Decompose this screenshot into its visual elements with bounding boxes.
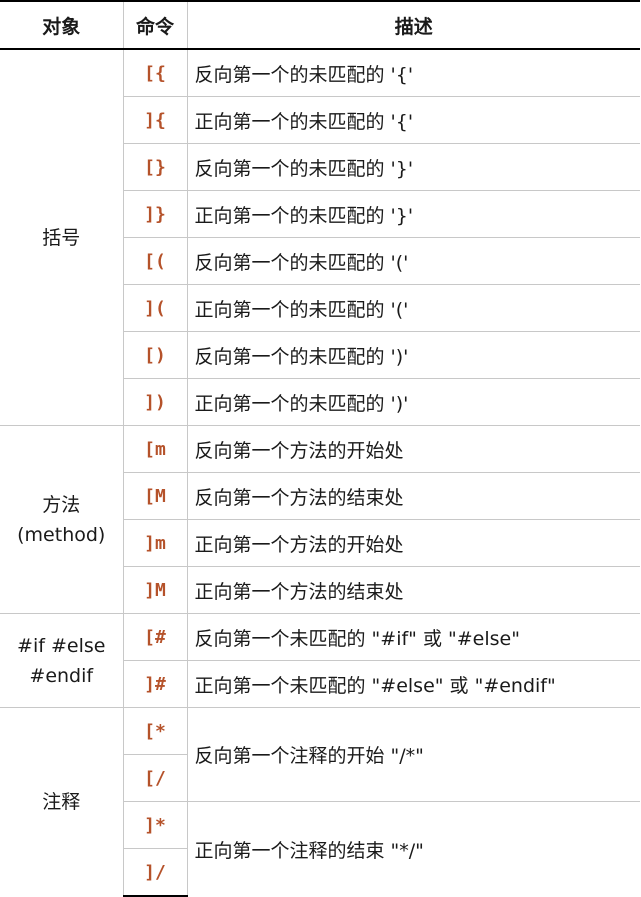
description-cell: 正向第一个方法的开始处 — [186, 519, 640, 567]
command-cell: [m — [122, 425, 187, 473]
command-cell: [( — [122, 237, 187, 285]
description-cell: 正向第一个方法的结束处 — [186, 566, 640, 614]
object-brackets: 括号 — [0, 48, 123, 426]
command-cell: [) — [122, 331, 187, 379]
command-cell: ]m — [122, 519, 187, 567]
table-row: 括号 [{ 反向第一个的未匹配的 '{' — [0, 48, 640, 426]
command-cell: ]/ — [122, 848, 187, 897]
command-cell: ]M — [122, 566, 187, 614]
header-description: 描述 — [186, 0, 640, 50]
description-cell: 反向第一个的未匹配的 '{' — [186, 48, 640, 97]
table-row: 方法 (method) [m 反向第一个方法的开始处 — [0, 425, 640, 614]
description-cell: 反向第一个的未匹配的 ')' — [186, 331, 640, 379]
command-cell: [M — [122, 472, 187, 520]
description-cell: 反向第一个注释的开始 "/*" — [186, 707, 640, 802]
command-cell: ]{ — [122, 96, 187, 144]
command-cell: [} — [122, 143, 187, 191]
description-cell: 反向第一个的未匹配的 '(' — [186, 237, 640, 285]
header-object: 对象 — [0, 0, 123, 50]
object-preprocessor-line2: #endif — [29, 664, 94, 687]
command-cell: [* — [122, 707, 187, 755]
description-cell: 正向第一个的未匹配的 ')' — [186, 378, 640, 426]
command-cell: [{ — [122, 48, 187, 97]
command-cell: ]) — [122, 378, 187, 426]
object-preprocessor: #if #else #endif — [0, 613, 123, 708]
description-cell: 反向第一个的未匹配的 '}' — [186, 143, 640, 191]
command-cell: ]} — [122, 190, 187, 238]
description-cell: 正向第一个的未匹配的 '{' — [186, 96, 640, 144]
description-cell: 正向第一个的未匹配的 '(' — [186, 284, 640, 332]
command-cell: [/ — [122, 754, 187, 802]
object-method: 方法 (method) — [0, 425, 123, 614]
command-table: 对象 命令 描述 括号 [{ 反向第一个的未匹配的 '{' ]{ 正向第一个的未… — [0, 0, 640, 897]
command-cell: [# — [122, 613, 187, 661]
description-cell: 正向第一个的未匹配的 '}' — [186, 190, 640, 238]
object-preprocessor-line1: #if #else — [17, 634, 106, 657]
object-method-name: 方法 — [42, 493, 81, 516]
header-command: 命令 — [122, 0, 187, 50]
command-cell: ]* — [122, 801, 187, 849]
description-cell: 正向第一个未匹配的 "#else" 或 "#endif" — [186, 660, 640, 708]
command-cell: ]# — [122, 660, 187, 708]
object-comment: 注释 — [0, 707, 123, 896]
command-cell: ]( — [122, 284, 187, 332]
table-row: 注释 [* 反向第一个注释的开始 "/*" — [0, 707, 640, 896]
description-cell: 正向第一个注释的结束 "*/" — [186, 801, 640, 896]
description-cell: 反向第一个未匹配的 "#if" 或 "#else" — [186, 613, 640, 661]
table-row: #if #else #endif [# 反向第一个未匹配的 "#if" 或 "#… — [0, 613, 640, 708]
header-row: 对象 命令 描述 — [0, 0, 640, 50]
description-cell: 反向第一个方法的结束处 — [186, 472, 640, 520]
description-cell: 反向第一个方法的开始处 — [186, 425, 640, 473]
object-method-keyword: (method) — [17, 523, 106, 546]
